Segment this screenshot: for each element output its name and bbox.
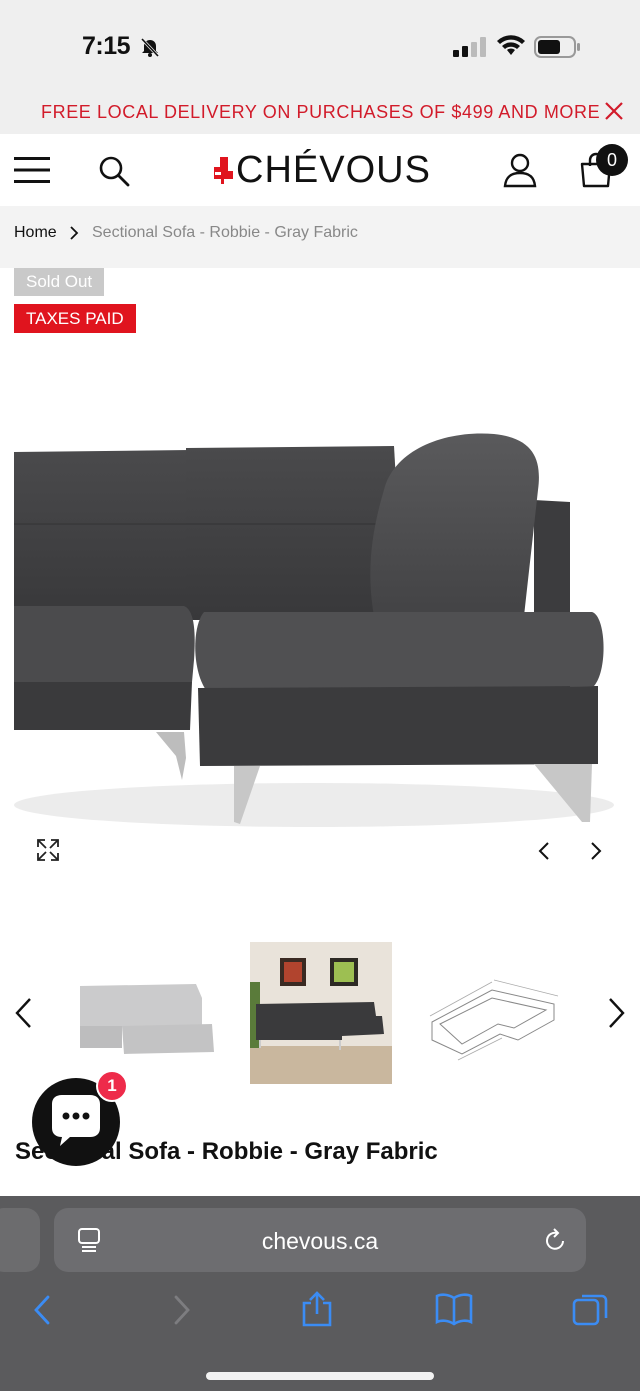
thumbnail-sofa-corner[interactable] (76, 942, 218, 1084)
taxes-paid-badge: TAXES PAID (14, 304, 136, 333)
chat-unread-badge: 1 (96, 1070, 128, 1102)
home-indicator (206, 1372, 434, 1380)
user-icon[interactable] (502, 152, 538, 188)
back-icon[interactable] (30, 1294, 54, 1326)
forward-icon[interactable] (170, 1294, 194, 1326)
cart-count-badge: 0 (596, 144, 628, 176)
wifi-icon (497, 35, 525, 55)
menu-icon[interactable] (14, 156, 50, 184)
previous-image-icon[interactable] (536, 840, 552, 862)
breadcrumb-home-link[interactable]: Home (14, 224, 57, 242)
expand-icon[interactable] (36, 838, 60, 862)
sold-out-badge: Sold Out (14, 268, 105, 296)
signal-icon (453, 37, 486, 57)
share-icon[interactable] (300, 1290, 334, 1328)
battery-icon (534, 36, 580, 58)
thumbnail-sofa-room[interactable] (250, 942, 392, 1084)
bookmarks-icon[interactable] (434, 1292, 474, 1326)
bell-slash-icon (140, 37, 160, 58)
product-image[interactable] (14, 420, 640, 840)
breadcrumb-current: Sectional Sofa - Robbie - Gray Fabric (92, 224, 358, 241)
chair-logo-icon (214, 157, 233, 184)
promo-banner: FREE LOCAL DELIVERY ON PURCHASES OF $499… (0, 92, 640, 134)
reload-icon[interactable] (542, 1226, 568, 1254)
thumbnail-prev-icon[interactable] (12, 996, 36, 1030)
promo-text: FREE LOCAL DELIVERY ON PURCHASES OF $499… (41, 102, 601, 122)
next-image-icon[interactable] (588, 840, 604, 862)
search-icon[interactable] (98, 155, 130, 187)
close-icon[interactable] (604, 101, 624, 121)
tabs-icon[interactable] (572, 1292, 608, 1328)
logo-text: CHÉVOUS (236, 148, 431, 191)
site-logo[interactable]: CHÉVOUS (212, 148, 431, 192)
thumbnail-next-icon[interactable] (604, 996, 628, 1030)
status-time: 7:15 (82, 32, 131, 60)
chevron-right-icon (70, 226, 79, 240)
thumbnail-dimension-drawing[interactable] (422, 942, 564, 1084)
